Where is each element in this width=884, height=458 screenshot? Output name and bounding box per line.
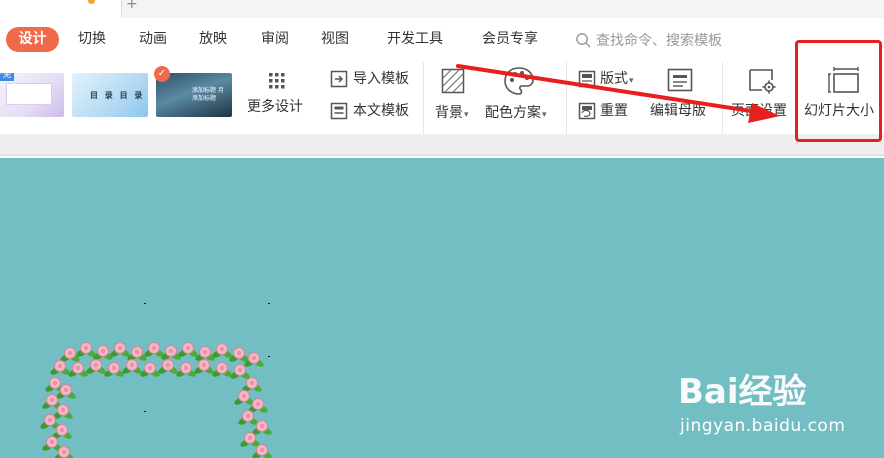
annotation-arrow-icon [456,64,780,123]
